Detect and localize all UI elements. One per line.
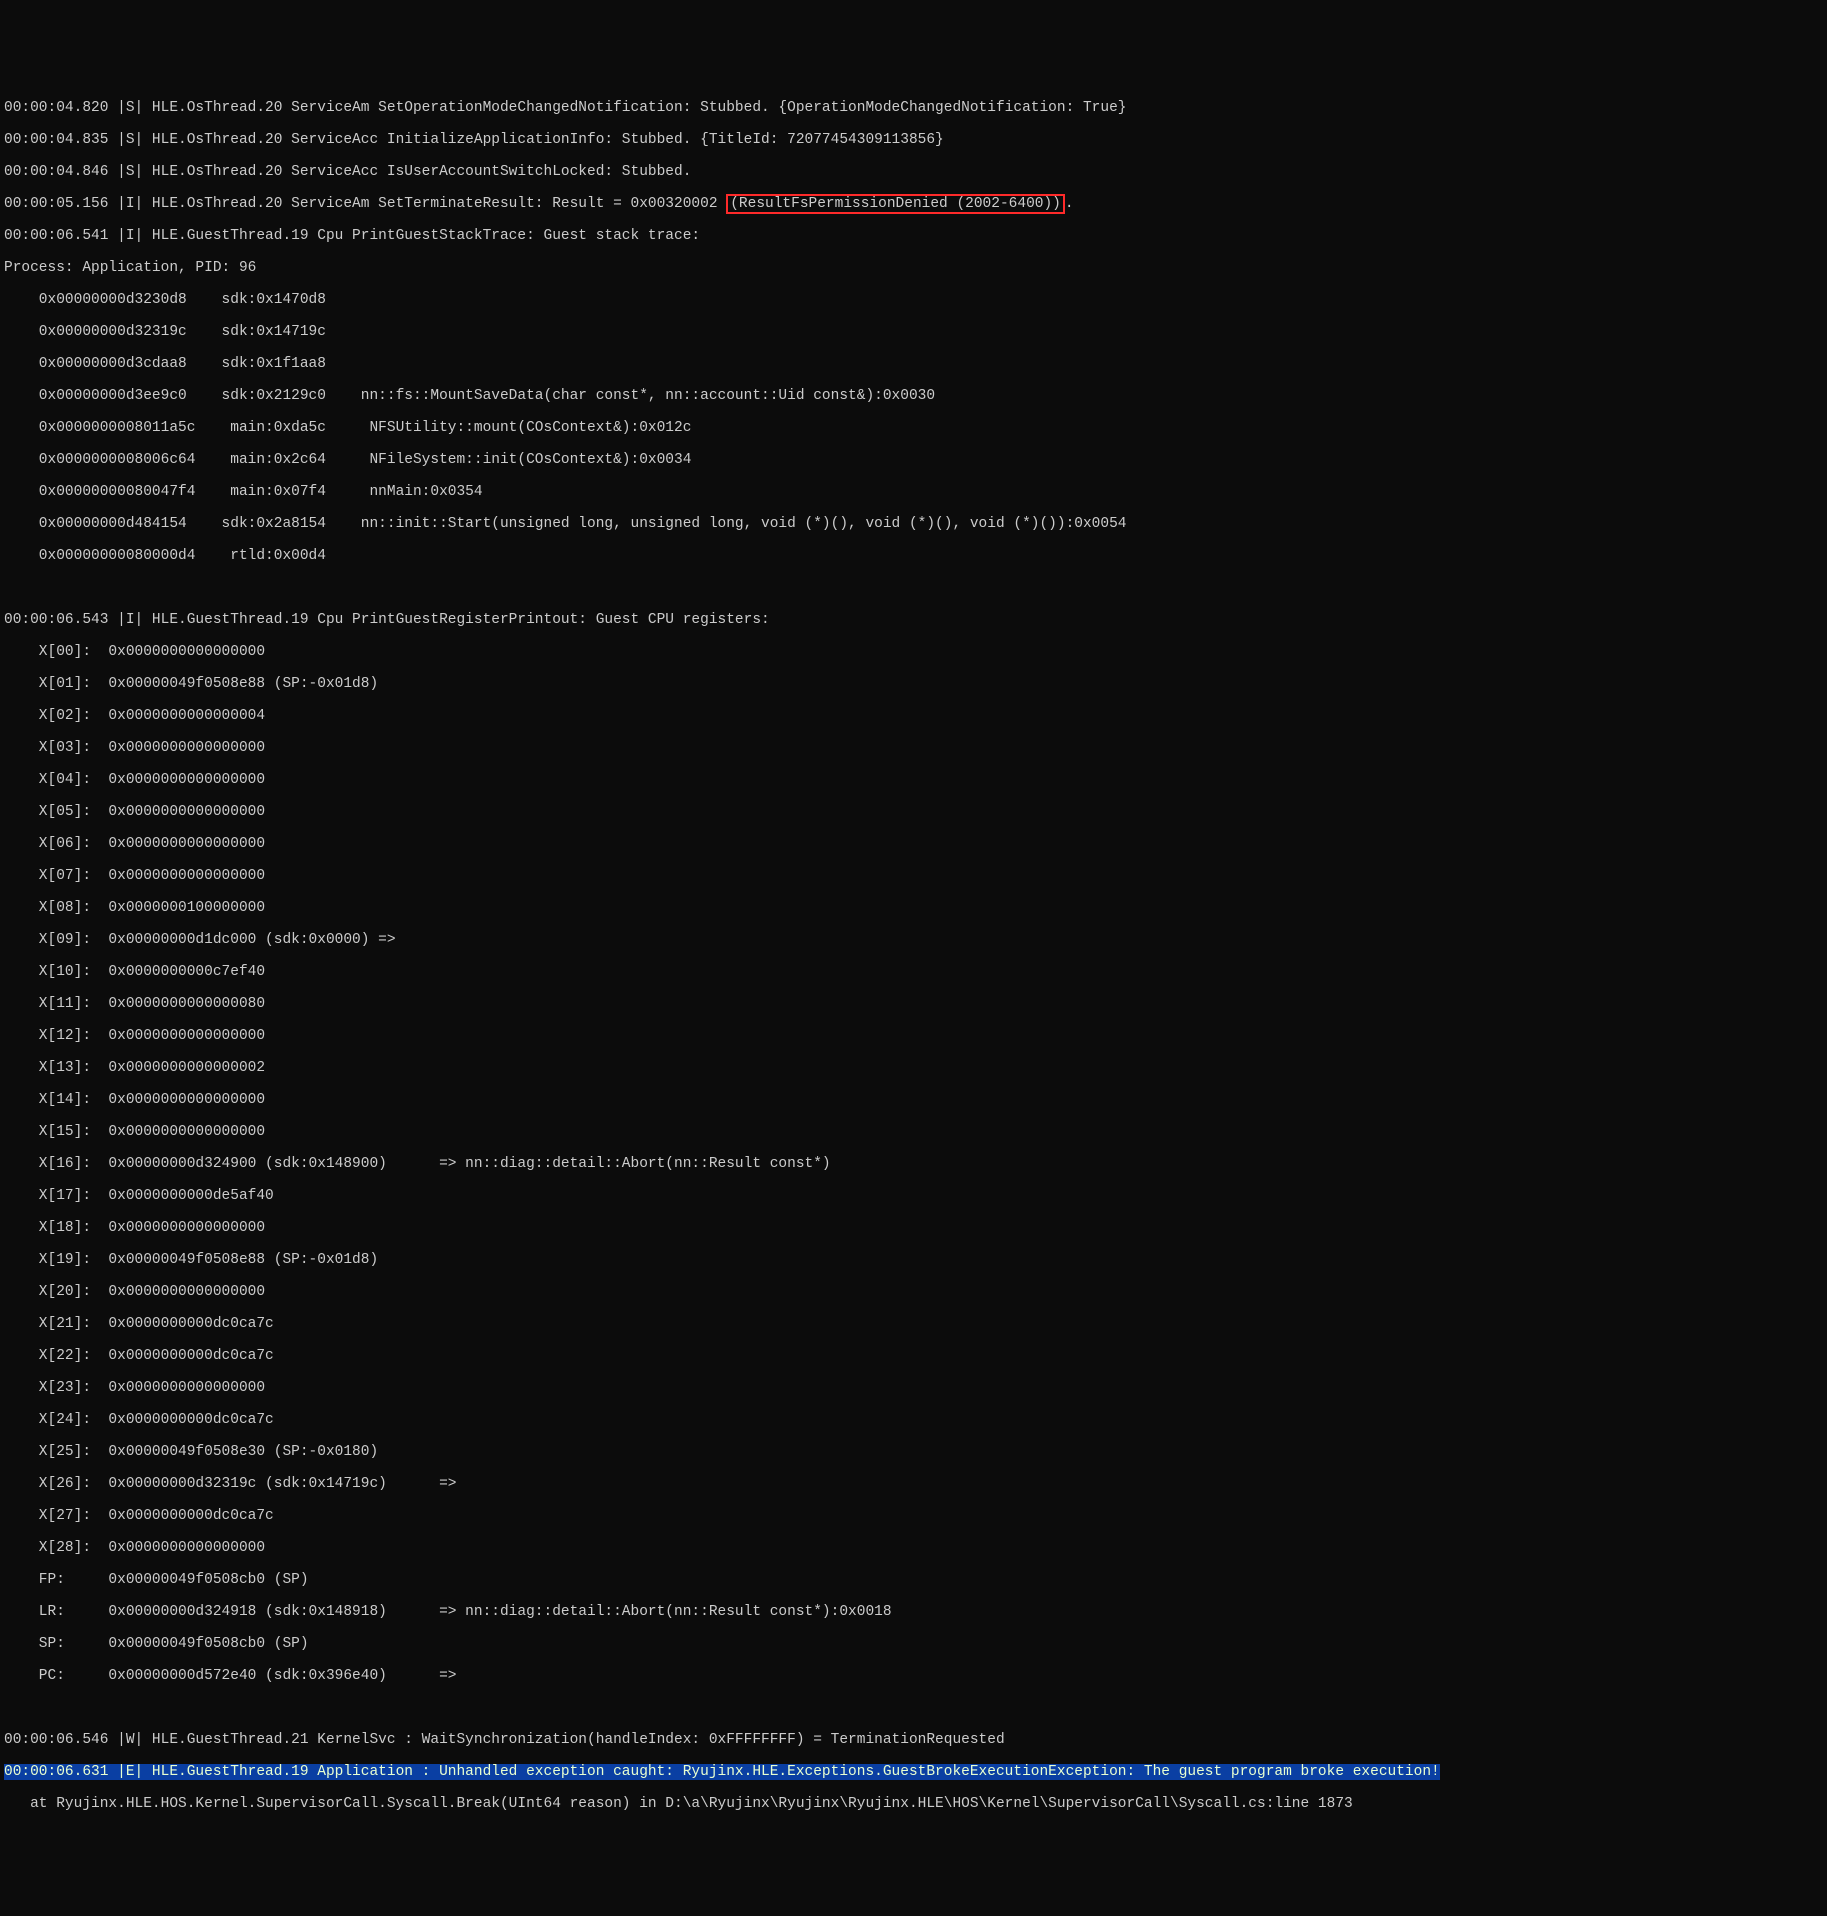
stack-frame: 0x00000000d3cdaa8 sdk:0x1f1aa8: [4, 356, 1823, 372]
register-line: X[14]: 0x0000000000000000: [4, 1092, 1823, 1108]
register-line: X[10]: 0x0000000000c7ef40: [4, 964, 1823, 980]
register-line: X[06]: 0x0000000000000000: [4, 836, 1823, 852]
register-line: X[09]: 0x00000000d1dc000 (sdk:0x0000) =>: [4, 932, 1823, 948]
register-line: X[04]: 0x0000000000000000: [4, 772, 1823, 788]
stack-frame: 0x00000000080000d4 rtld:0x00d4: [4, 548, 1823, 564]
stack-trace-header: 00:00:06.541 |I| HLE.GuestThread.19 Cpu …: [4, 228, 1823, 244]
register-line: LR: 0x00000000d324918 (sdk:0x148918) => …: [4, 1604, 1823, 1620]
register-line: X[03]: 0x0000000000000000: [4, 740, 1823, 756]
register-line: SP: 0x00000049f0508cb0 (SP): [4, 1636, 1823, 1652]
register-line: X[07]: 0x0000000000000000: [4, 868, 1823, 884]
stack-frame: 0x00000000d32319c sdk:0x14719c: [4, 324, 1823, 340]
log-line-result: 00:00:05.156 |I| HLE.OsThread.20 Service…: [4, 196, 1823, 212]
result-error-highlight: (ResultFsPermissionDenied (2002-6400)): [726, 194, 1065, 214]
log-line: 00:00:04.846 |S| HLE.OsThread.20 Service…: [4, 164, 1823, 180]
register-line: PC: 0x00000000d572e40 (sdk:0x396e40) =>: [4, 1668, 1823, 1684]
register-line: X[01]: 0x00000049f0508e88 (SP:-0x01d8): [4, 676, 1823, 692]
result-suffix: .: [1065, 196, 1074, 212]
register-line: X[16]: 0x00000000d324900 (sdk:0x148900) …: [4, 1156, 1823, 1172]
register-line: X[13]: 0x0000000000000002: [4, 1060, 1823, 1076]
register-header: 00:00:06.543 |I| HLE.GuestThread.19 Cpu …: [4, 612, 1823, 628]
register-line: X[02]: 0x0000000000000004: [4, 708, 1823, 724]
register-line: X[21]: 0x0000000000dc0ca7c: [4, 1316, 1823, 1332]
stack-frame: 0x0000000008011a5c main:0xda5c NFSUtilit…: [4, 420, 1823, 436]
register-line: X[28]: 0x0000000000000000: [4, 1540, 1823, 1556]
register-line: X[24]: 0x0000000000dc0ca7c: [4, 1412, 1823, 1428]
log-line: 00:00:04.820 |S| HLE.OsThread.20 Service…: [4, 100, 1823, 116]
register-line: X[08]: 0x0000000100000000: [4, 900, 1823, 916]
error-line: 00:00:06.631 |E| HLE.GuestThread.19 Appl…: [4, 1764, 1823, 1780]
warn-line: 00:00:06.546 |W| HLE.GuestThread.21 Kern…: [4, 1732, 1823, 1748]
register-line: X[11]: 0x0000000000000080: [4, 996, 1823, 1012]
stack-frame: 0x00000000080047f4 main:0x07f4 nnMain:0x…: [4, 484, 1823, 500]
register-line: FP: 0x00000049f0508cb0 (SP): [4, 1572, 1823, 1588]
register-line: X[20]: 0x0000000000000000: [4, 1284, 1823, 1300]
register-line: X[22]: 0x0000000000dc0ca7c: [4, 1348, 1823, 1364]
register-line: X[27]: 0x0000000000dc0ca7c: [4, 1508, 1823, 1524]
stack-frame: 0x00000000d484154 sdk:0x2a8154 nn::init:…: [4, 516, 1823, 532]
result-prefix: 00:00:05.156 |I| HLE.OsThread.20 Service…: [4, 196, 726, 212]
error-highlight: 00:00:06.631 |E| HLE.GuestThread.19 Appl…: [4, 1764, 1440, 1780]
register-line: X[23]: 0x0000000000000000: [4, 1380, 1823, 1396]
stack-frame: 0x0000000008006c64 main:0x2c64 NFileSyst…: [4, 452, 1823, 468]
register-line: X[17]: 0x0000000000de5af40: [4, 1188, 1823, 1204]
register-line: X[00]: 0x0000000000000000: [4, 644, 1823, 660]
register-line: X[26]: 0x00000000d32319c (sdk:0x14719c) …: [4, 1476, 1823, 1492]
register-line: X[15]: 0x0000000000000000: [4, 1124, 1823, 1140]
process-line: Process: Application, PID: 96: [4, 260, 1823, 276]
register-line: X[18]: 0x0000000000000000: [4, 1220, 1823, 1236]
stack-trace-at-line: at Ryujinx.HLE.HOS.Kernel.SupervisorCall…: [4, 1796, 1823, 1812]
register-line: X[12]: 0x0000000000000000: [4, 1028, 1823, 1044]
stack-frame: 0x00000000d3ee9c0 sdk:0x2129c0 nn::fs::M…: [4, 388, 1823, 404]
log-line: 00:00:04.835 |S| HLE.OsThread.20 Service…: [4, 132, 1823, 148]
register-line: X[19]: 0x00000049f0508e88 (SP:-0x01d8): [4, 1252, 1823, 1268]
register-line: X[05]: 0x0000000000000000: [4, 804, 1823, 820]
console-log: 00:00:04.820 |S| HLE.OsThread.20 Service…: [0, 80, 1827, 1836]
stack-frame: 0x00000000d3230d8 sdk:0x1470d8: [4, 292, 1823, 308]
register-line: X[25]: 0x00000049f0508e30 (SP:-0x0180): [4, 1444, 1823, 1460]
